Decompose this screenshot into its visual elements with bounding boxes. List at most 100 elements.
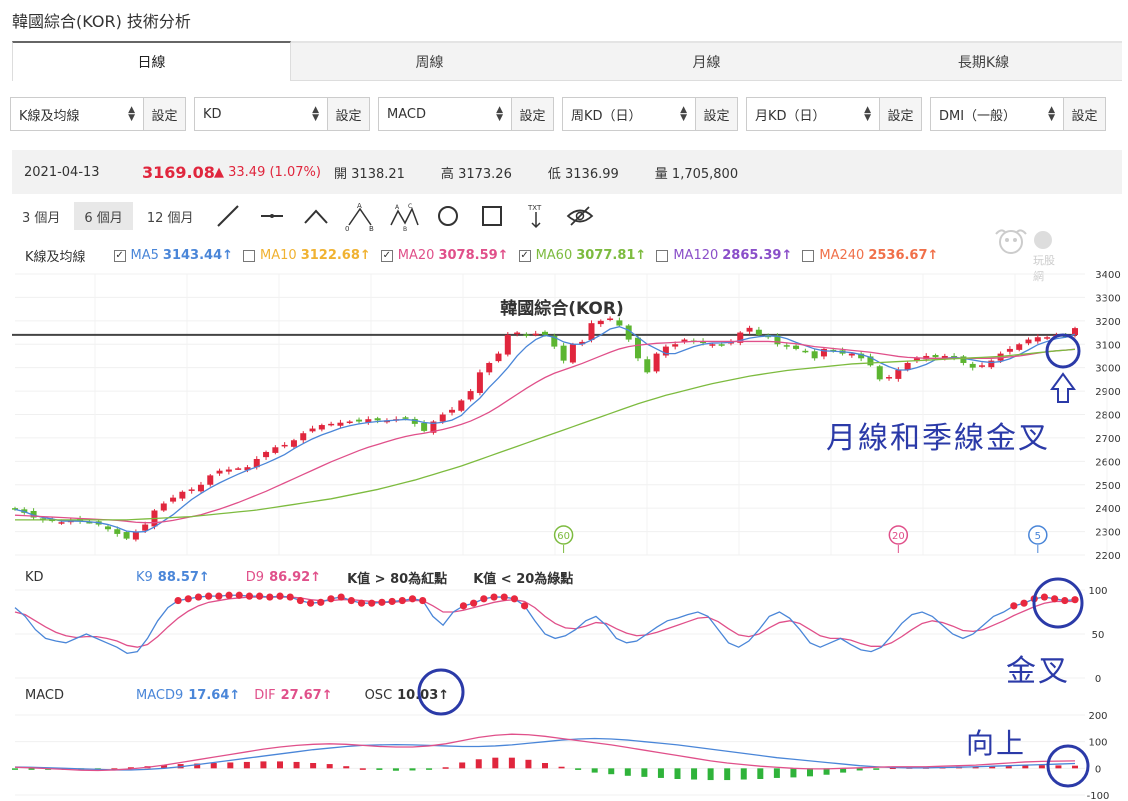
annotation-kd: 金叉 xyxy=(1006,654,1070,689)
kd-red-dot xyxy=(459,602,468,610)
osc-bar xyxy=(724,768,731,781)
osc-bar xyxy=(310,763,317,769)
chart-title: 韓國綜合(KOR) xyxy=(500,298,624,319)
candle-body xyxy=(848,353,855,356)
kd-red-dot xyxy=(347,596,355,605)
kd-red-dot xyxy=(1061,596,1069,605)
osc-bar xyxy=(657,768,664,778)
kd-red-dot xyxy=(286,593,294,601)
candle-body xyxy=(235,468,242,470)
osc-bar xyxy=(409,768,416,771)
candle-body xyxy=(318,425,325,430)
candle-body xyxy=(58,522,65,524)
y-tick-label: 2400 xyxy=(1095,504,1120,515)
osc-bar xyxy=(558,766,565,769)
kd-red-dot xyxy=(388,597,396,606)
candle-body xyxy=(337,422,344,426)
osc-bar xyxy=(1055,765,1062,769)
osc-bar xyxy=(740,768,747,780)
kd-red-dot xyxy=(419,596,427,605)
y-tick-label: 100 xyxy=(1088,738,1107,749)
candle-body xyxy=(104,526,111,530)
candle-body xyxy=(653,353,660,372)
y-tick-label: 2900 xyxy=(1095,387,1120,398)
y-tick-label: 3400 xyxy=(1095,270,1120,281)
osc-bar xyxy=(343,766,350,769)
osc-bar xyxy=(790,768,797,778)
candle-body xyxy=(793,345,800,349)
candle-body xyxy=(290,440,297,447)
y-tick-label: 100 xyxy=(1088,586,1107,597)
osc-bar xyxy=(757,768,764,779)
candle-body xyxy=(1025,339,1032,344)
candle-body xyxy=(634,337,641,359)
candle-body xyxy=(225,469,232,472)
kd-red-dot xyxy=(256,592,264,600)
chart-canvas[interactable]: 3400 3300 3200 3100 3000 2900 2800 2700 2600 2500… xyxy=(0,0,1128,801)
kd-red-dot xyxy=(398,596,406,605)
kd-red-dot xyxy=(276,592,284,600)
ma-marker-label: 20 xyxy=(892,531,905,542)
kd-red-dot xyxy=(470,599,478,607)
candle-body xyxy=(300,433,307,441)
candle-body xyxy=(346,421,353,424)
osc-bar xyxy=(28,768,35,770)
kd-red-dot xyxy=(225,591,233,599)
kd-red-dot xyxy=(1040,593,1049,601)
candle-body xyxy=(514,332,521,335)
d-line xyxy=(14,596,1075,648)
candle-body xyxy=(402,417,409,419)
candle-body xyxy=(932,355,939,358)
kd-red-dot xyxy=(408,595,417,603)
y-tick-label: 2700 xyxy=(1095,434,1120,445)
candle-body xyxy=(197,484,204,492)
kd-red-dot xyxy=(368,599,376,607)
kd-red-dot xyxy=(357,599,366,607)
candle-body xyxy=(523,334,530,336)
kd-red-dot xyxy=(480,595,488,603)
candle-body xyxy=(467,391,474,400)
candle-body xyxy=(988,360,995,368)
candle-body xyxy=(458,400,465,411)
candle-body xyxy=(616,320,623,326)
candle-body xyxy=(802,350,809,353)
kd-red-dot xyxy=(245,592,254,600)
candle-body xyxy=(560,345,567,361)
candle-body xyxy=(449,409,456,413)
candle-body xyxy=(188,489,195,491)
osc-bar xyxy=(210,763,217,769)
osc-bar xyxy=(426,768,433,770)
kd-red-dot xyxy=(266,593,274,601)
highlight-circle xyxy=(1046,744,1090,788)
y-tick-label: 3000 xyxy=(1095,364,1120,375)
kd-red-dot xyxy=(1051,595,1059,603)
osc-bar xyxy=(326,764,333,769)
candle-body xyxy=(569,344,576,363)
kd-red-dot xyxy=(306,599,315,607)
candle-body xyxy=(263,451,270,458)
candle-body xyxy=(607,318,614,320)
annotation-macd: 向上 xyxy=(966,727,1027,760)
osc-bar xyxy=(260,761,267,769)
candle-body xyxy=(170,497,177,502)
candle-body xyxy=(1034,337,1041,342)
candle-body xyxy=(876,366,883,380)
candle-body xyxy=(746,327,753,332)
ma-marker-label: 60 xyxy=(557,531,570,542)
osc-bar xyxy=(475,759,482,769)
osc-bar xyxy=(1072,765,1078,769)
osc-bar xyxy=(392,768,399,771)
candle-body xyxy=(495,353,502,362)
candle-body xyxy=(718,344,725,346)
candle-body xyxy=(895,370,902,379)
candle-body xyxy=(179,491,186,499)
candle-body xyxy=(755,329,762,335)
kd-red-dot xyxy=(205,592,213,600)
kd-red-dot xyxy=(510,595,519,603)
candle-body xyxy=(532,333,539,336)
osc-bar xyxy=(575,768,582,770)
kd-red-dot xyxy=(1020,599,1028,607)
candle-body xyxy=(439,414,446,422)
kd-red-dot xyxy=(521,602,529,610)
candle-body xyxy=(216,470,223,474)
